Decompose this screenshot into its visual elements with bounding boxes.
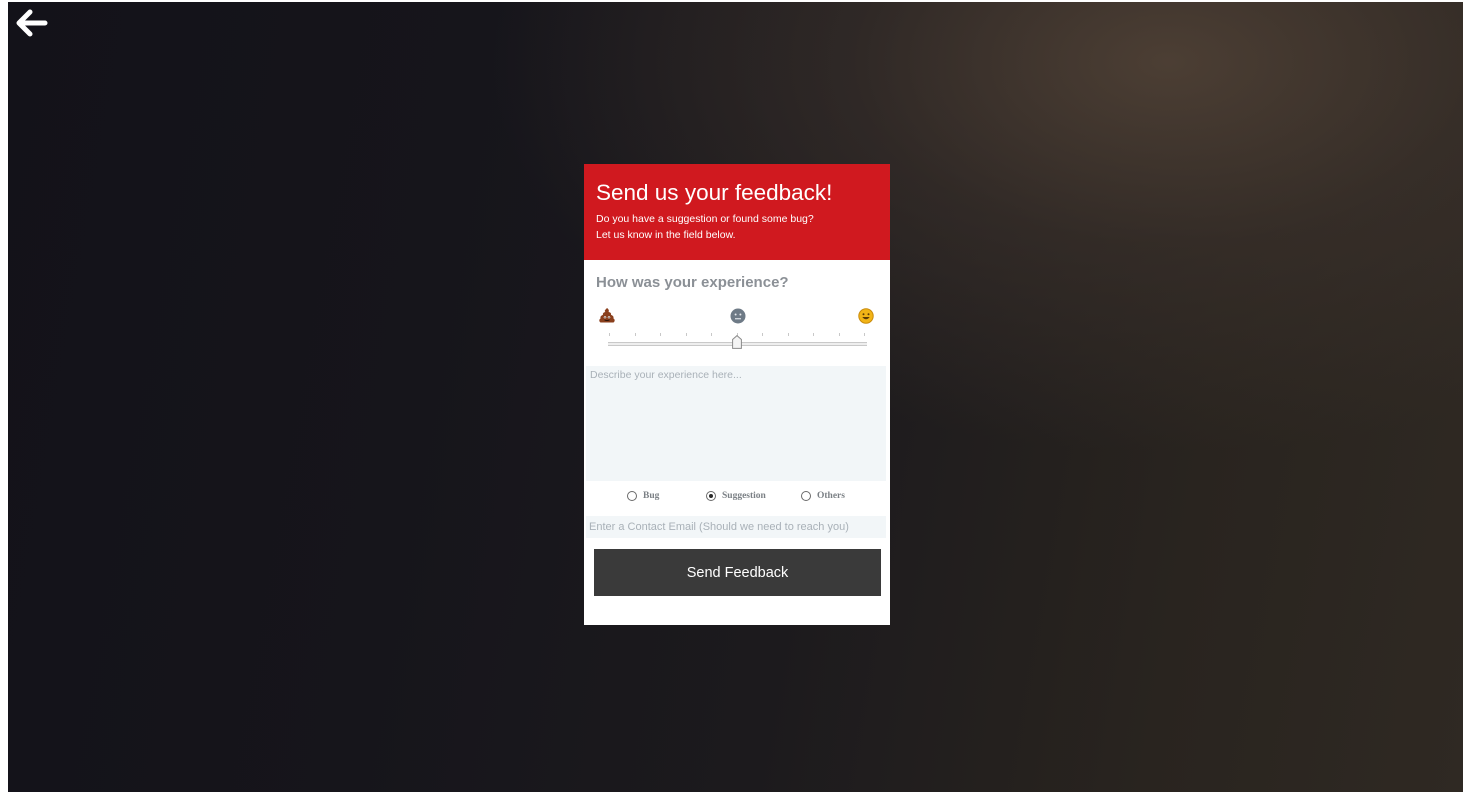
send-feedback-button[interactable]: Send Feedback bbox=[594, 549, 881, 596]
contact-email-input[interactable] bbox=[586, 516, 886, 538]
feedback-subtitle-line: Do you have a suggestion or found some b… bbox=[596, 213, 814, 225]
slider-tick bbox=[813, 333, 814, 336]
feedback-subtitle: Do you have a suggestion or found some b… bbox=[596, 211, 879, 243]
neutral-face-icon bbox=[730, 308, 746, 324]
slider-tick bbox=[838, 333, 840, 336]
feedback-category-group: Bug Suggestion Others bbox=[584, 491, 890, 505]
slider-tick bbox=[787, 333, 789, 336]
radio-label: Suggestion bbox=[722, 491, 766, 501]
slider-tick bbox=[762, 333, 763, 336]
experience-rating-slider[interactable] bbox=[604, 328, 869, 350]
poop-emoji-icon bbox=[599, 308, 615, 323]
feedback-subtitle-line: Let us know in the field below. bbox=[596, 229, 736, 241]
category-radio-bug[interactable]: Bug bbox=[627, 491, 659, 501]
category-radio-suggestion[interactable]: Suggestion bbox=[706, 491, 766, 501]
feedback-header: Send us your feedback! Do you have a sug… bbox=[584, 164, 890, 260]
radio-label: Bug bbox=[643, 491, 660, 501]
slider-tick bbox=[609, 333, 610, 336]
slider-thumb[interactable] bbox=[731, 335, 742, 349]
slider-tick bbox=[634, 333, 636, 336]
slider-tick bbox=[864, 333, 865, 336]
slider-tick bbox=[660, 333, 661, 336]
smiling-face-icon bbox=[858, 308, 874, 324]
category-radio-others[interactable]: Others bbox=[801, 491, 845, 501]
radio-label: Others bbox=[817, 491, 845, 501]
experience-description-input[interactable] bbox=[586, 366, 886, 481]
radio-button[interactable] bbox=[706, 491, 716, 501]
feedback-title: Send us your feedback! bbox=[596, 180, 833, 205]
feedback-card: Send us your feedback! Do you have a sug… bbox=[584, 164, 890, 625]
slider-tick bbox=[685, 333, 687, 336]
experience-question: How was your experience? bbox=[596, 274, 789, 291]
slider-tick bbox=[711, 333, 712, 336]
arrow-left-icon[interactable] bbox=[12, 4, 50, 42]
radio-button[interactable] bbox=[627, 491, 637, 501]
radio-button[interactable] bbox=[801, 491, 811, 501]
